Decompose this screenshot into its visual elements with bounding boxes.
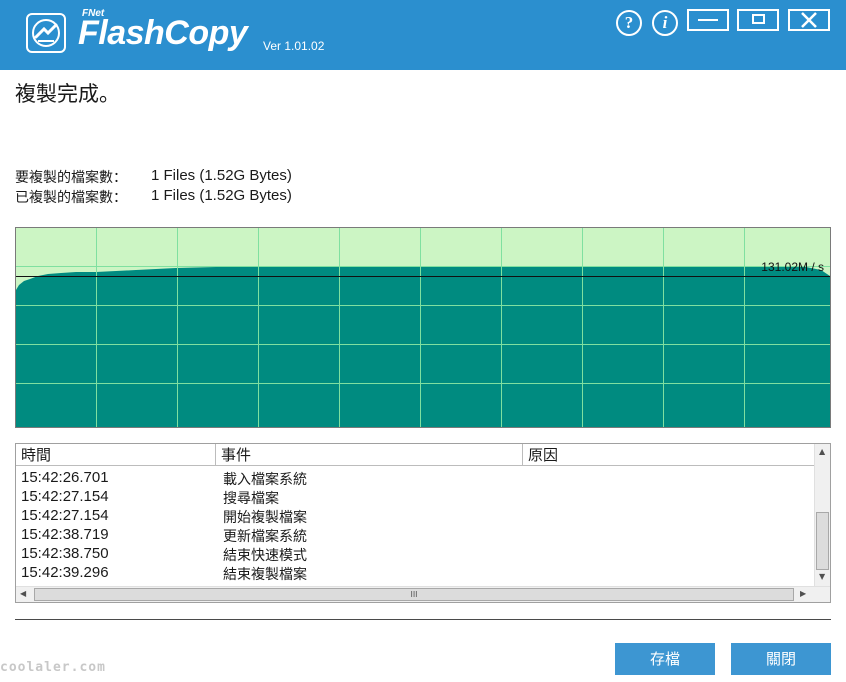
table-row[interactable]: 15:42:26.701 載入檔案系統 <box>16 469 814 488</box>
throughput-graph: 131.02M / s <box>15 227 831 428</box>
scroll-right-icon[interactable]: ▶ <box>800 589 806 598</box>
horizontal-scroll-thumb[interactable]: III <box>34 588 794 601</box>
minimize-button[interactable] <box>687 9 729 31</box>
row-time: 15:42:27.154 <box>21 488 109 505</box>
row-event: 更新檔案系統 <box>223 529 307 545</box>
minimize-icon <box>698 19 718 21</box>
throughput-area <box>16 266 830 427</box>
watermark: coolaler.com <box>0 660 106 675</box>
maximize-icon <box>752 14 765 24</box>
title-bar: FNet FlashCopy Ver 1.01.02 ? i <box>0 0 846 70</box>
close-button[interactable]: 關閉 <box>731 643 831 675</box>
log-header: 時間 事件 原因 <box>16 444 814 466</box>
divider <box>15 619 831 620</box>
row-event: 結束快速模式 <box>223 548 307 564</box>
row-event: 載入檔案系統 <box>223 472 307 488</box>
help-icon[interactable]: ? <box>616 10 642 36</box>
column-header-time[interactable]: 時間 <box>16 444 216 465</box>
vertical-scroll-thumb[interactable] <box>816 512 829 570</box>
files-copied-label: 已複製的檔案數： <box>15 190 127 206</box>
files-to-copy-label: 要複製的檔案數： <box>15 170 127 186</box>
vertical-scrollbar[interactable]: ▲ ▼ <box>814 444 830 586</box>
event-log[interactable]: 時間 事件 原因 15:42:26.701 載入檔案系統 15:42:27.15… <box>15 443 831 603</box>
column-header-event[interactable]: 事件 <box>216 444 523 465</box>
table-row[interactable]: 15:42:27.154 開始複製檔案 <box>16 507 814 526</box>
row-event: 結束複製檔案 <box>223 567 307 583</box>
app-title: FlashCopy <box>78 14 248 52</box>
table-row[interactable]: 15:42:39.296 結束複製檔案 <box>16 564 814 583</box>
horizontal-scrollbar[interactable]: ◀ III ▶ <box>16 586 830 602</box>
maximize-button[interactable] <box>737 9 779 31</box>
row-event: 開始複製檔案 <box>223 510 307 526</box>
row-event: 搜尋檔案 <box>223 491 279 507</box>
save-button[interactable]: 存檔 <box>615 643 715 675</box>
row-time: 15:42:26.701 <box>21 469 109 486</box>
speed-label: 131.02M / s <box>761 260 824 274</box>
scroll-down-icon[interactable]: ▼ <box>819 572 825 581</box>
scroll-up-icon[interactable]: ▲ <box>819 447 825 456</box>
row-time: 15:42:39.296 <box>21 564 109 581</box>
row-time: 15:42:38.750 <box>21 545 109 562</box>
status-message: 複製完成。 <box>15 82 120 106</box>
scroll-left-icon[interactable]: ◀ <box>20 589 26 598</box>
table-row[interactable]: 15:42:38.719 更新檔案系統 <box>16 526 814 545</box>
row-time: 15:42:27.154 <box>21 507 109 524</box>
table-row[interactable]: 15:42:38.750 結束快速模式 <box>16 545 814 564</box>
close-icon <box>801 12 817 28</box>
table-row[interactable]: 15:42:27.154 搜尋檔案 <box>16 488 814 507</box>
column-header-reason[interactable]: 原因 <box>523 444 814 465</box>
app-logo-icon <box>26 13 66 53</box>
close-window-button[interactable] <box>788 9 830 31</box>
files-copied-value: 1 Files (1.52G Bytes) <box>151 187 292 204</box>
row-time: 15:42:38.719 <box>21 526 109 543</box>
version-label: Ver 1.01.02 <box>263 39 325 53</box>
info-icon[interactable]: i <box>652 10 678 36</box>
files-to-copy-value: 1 Files (1.52G Bytes) <box>151 167 292 184</box>
